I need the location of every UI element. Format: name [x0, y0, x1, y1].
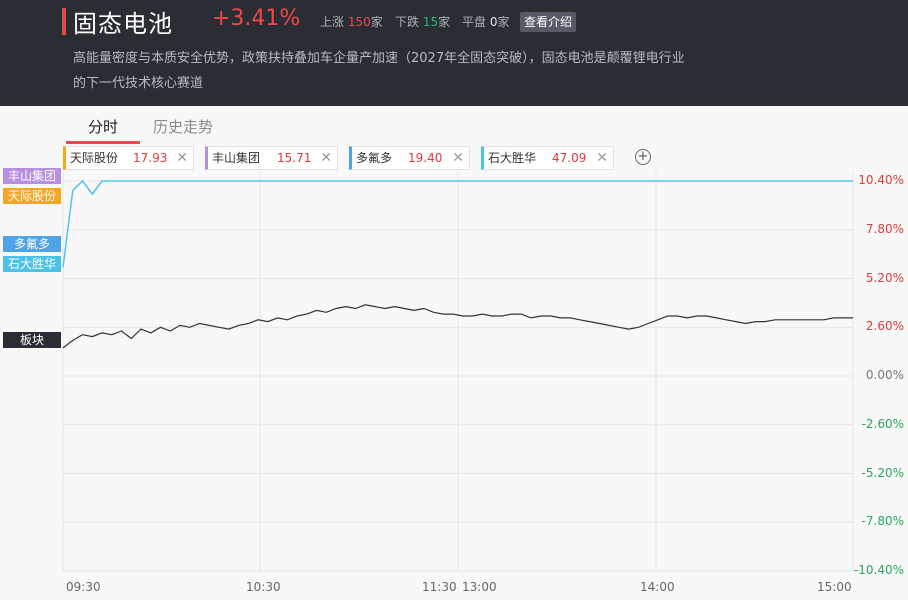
active-tab-underline: [66, 141, 140, 144]
up-stat: 上涨 150家: [320, 13, 383, 30]
chip-name: 丰山集团: [212, 151, 261, 165]
chip-price: 15.71: [277, 151, 312, 165]
x-tick-label: 11:30: [422, 580, 457, 594]
sector-change: +3.41%: [212, 6, 301, 31]
x-tick-label: 13:00: [462, 580, 497, 594]
chip-price: 17.93: [133, 151, 168, 165]
y-tick-label: -2.60%: [861, 416, 904, 431]
chart-tabs: 分时 历史走势: [0, 106, 908, 144]
y-tick-label: 0.00%: [865, 368, 904, 382]
close-icon[interactable]: ✕: [320, 147, 332, 169]
close-icon[interactable]: ✕: [596, 147, 608, 169]
y-tick-label: -5.20%: [861, 465, 904, 480]
close-icon[interactable]: ✕: [176, 147, 188, 169]
chip-name: 天际股份: [70, 151, 119, 165]
flat-stat: 平盘 0家: [462, 13, 510, 30]
title-accent-bar: [62, 8, 66, 35]
down-stat: 下跌 15家: [395, 13, 450, 30]
down-label: 下跌: [395, 15, 420, 29]
chip-price: 47.09: [552, 151, 587, 165]
compare-chip-fengshan[interactable]: 丰山集团 15.71 ✕: [205, 146, 338, 170]
close-icon[interactable]: ✕: [452, 147, 464, 169]
x-tick-label: 10:30: [246, 580, 281, 594]
up-label: 上涨: [320, 15, 345, 29]
up-unit: 家: [370, 15, 383, 29]
x-tick-label: 14:00: [640, 580, 675, 594]
chip-name: 石大胜华: [488, 151, 537, 165]
y-tick-label: -7.80%: [861, 514, 904, 529]
x-tick-label: 15:00: [817, 580, 852, 594]
compare-chip-duofuduo[interactable]: 多氟多 19.40 ✕: [349, 146, 470, 170]
plus-circle-icon[interactable]: +: [635, 149, 651, 165]
up-count: 150: [347, 15, 371, 29]
chip-price: 19.40: [408, 151, 443, 165]
flat-unit: 家: [497, 15, 510, 29]
down-count: 15: [422, 15, 439, 29]
y-tick-label: -10.40%: [853, 563, 904, 577]
y-tick-label: 7.80%: [865, 221, 904, 236]
intraday-chart: [62, 172, 854, 572]
y-tick-label: 10.40%: [858, 173, 904, 187]
compare-chip-shida[interactable]: 石大胜华 47.09 ✕: [481, 146, 614, 170]
flat-label: 平盘: [462, 15, 487, 29]
y-tick-label: 2.60%: [865, 319, 904, 334]
x-tick-label: 09:30: [66, 580, 101, 594]
view-intro-button[interactable]: 查看介绍: [520, 12, 576, 32]
chip-name: 多氟多: [356, 151, 393, 165]
tab-history[interactable]: 历史走势: [153, 116, 213, 137]
compare-stock-list: 天际股份 17.93 ✕ 丰山集团 15.71 ✕ 多氟多 19.40 ✕ 石大…: [0, 146, 908, 172]
down-unit: 家: [438, 15, 451, 29]
sector-description: 高能量密度与本质安全优势，政策扶持叠加车企量产加速（2027年全固态突破），固态…: [73, 51, 685, 91]
compare-chip-tianji[interactable]: 天际股份 17.93 ✕: [63, 146, 194, 170]
tab-intraday[interactable]: 分时: [88, 116, 118, 137]
sector-title: 固态电池: [73, 10, 173, 38]
y-tick-label: 5.20%: [865, 270, 904, 285]
sector-header: 固态电池 +3.41% 上涨 150家 下跌 15家 平盘 0家 查看介绍 高能…: [0, 0, 908, 106]
